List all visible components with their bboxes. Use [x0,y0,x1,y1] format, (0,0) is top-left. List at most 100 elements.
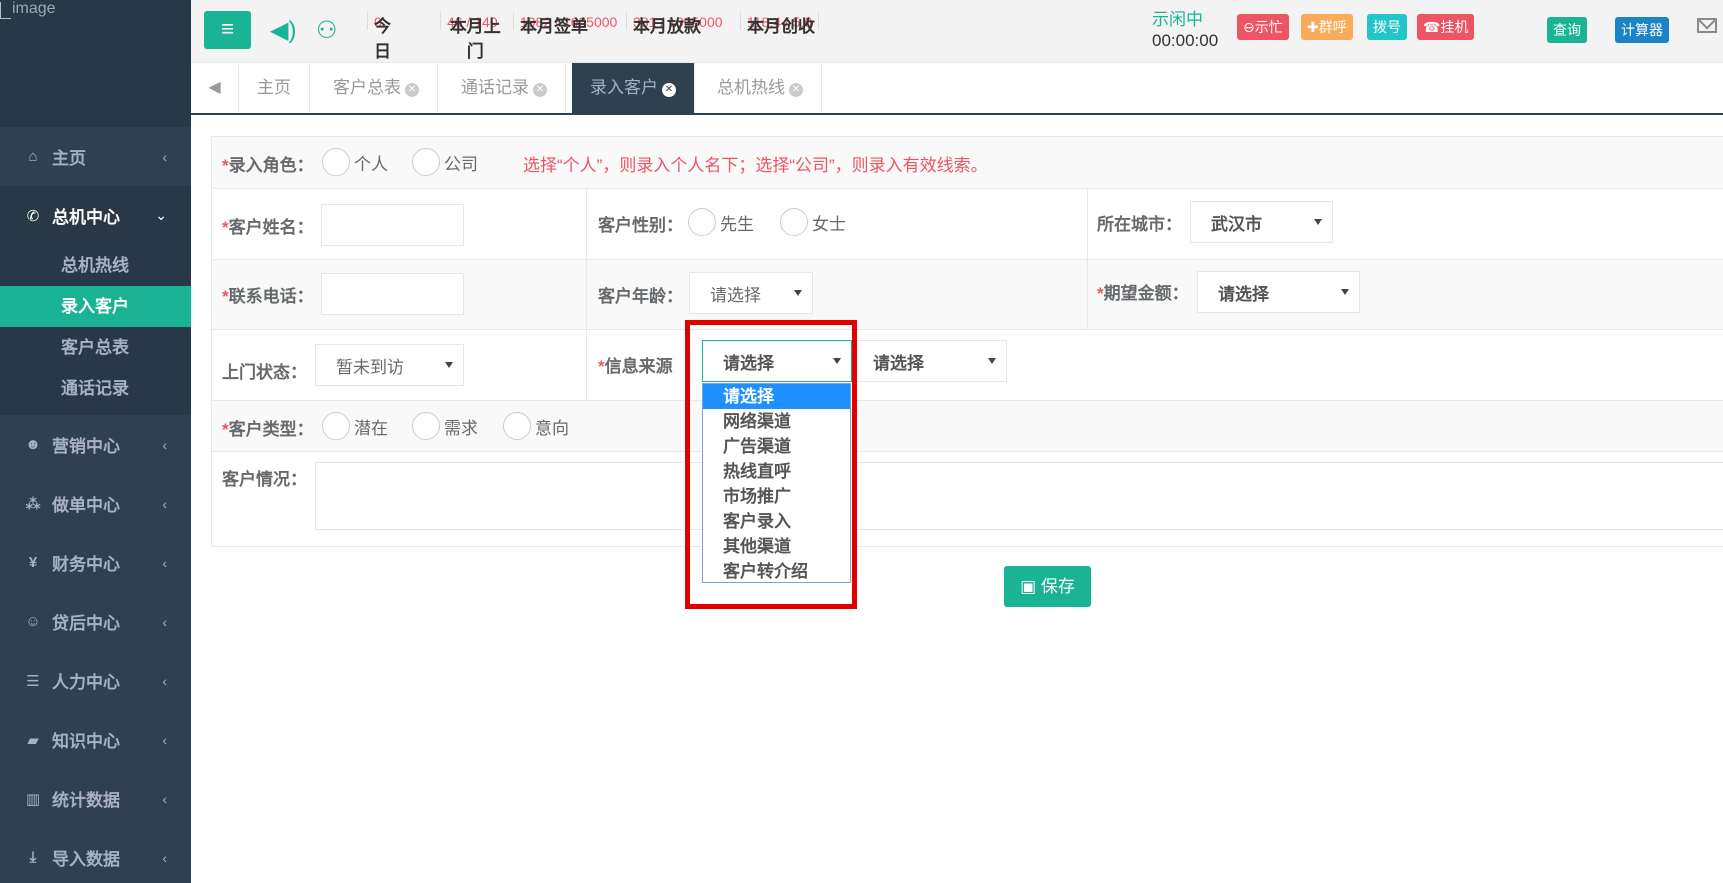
source-dropdown-list: 请选择 网络渠道 广告渠道 热线直呼 市场推广 客户录入 其他渠道 客户转介绍 [702,383,851,583]
user-plus-icon: ☺ [25,613,41,630]
type-radio-intent[interactable]: 意向 [503,412,569,440]
bar-chart-icon: ▥ [25,790,41,808]
sidebar-item-label: 主页 [52,149,86,168]
caret-down-icon [833,358,841,364]
sitemap-icon: ⁂ [25,495,41,513]
speaker-icon[interactable]: ◀) [270,16,296,45]
dial-button[interactable]: 拨号 [1367,14,1407,40]
city-select[interactable]: 武汉市 [1190,201,1333,243]
sidebar-item-label: 财务中心 [52,555,120,574]
sidebar-item-label: 营销中心 [52,437,120,456]
tab-call-log[interactable]: 通话记录 ✕ [443,63,566,113]
role-radio-personal[interactable]: 个人 [322,148,388,176]
source-option[interactable]: 网络渠道 [703,409,850,434]
home-icon: ⌂ [28,148,38,165]
envelope-icon[interactable] [1697,18,1717,33]
gender-radio-female[interactable]: 女士 [780,208,846,236]
hangup-button[interactable]: ☎挂机 [1417,14,1475,40]
amount-label: *期望金额： [1097,284,1189,303]
sidebar-item-orders[interactable]: ⁂ 做单中心 ‹ [0,474,191,533]
role-radio-company[interactable]: 公司 [412,148,478,176]
sidebar-item-home[interactable]: ⌂ 主页 ‹ [0,127,191,186]
users-icon[interactable]: ⚇ [316,16,338,45]
sidebar-item-label: 统计数据 [52,791,120,810]
visit-label: 上门状态： [222,363,307,382]
chevron-left-icon: ‹ [162,613,167,630]
source-option[interactable]: 市场推广 [703,484,850,509]
type-radio-potential[interactable]: 潜在 [322,412,388,440]
stat-month-signed: 本月签单 1982 / 1605000 [513,12,623,36]
calculator-button[interactable]: 计算器 [1615,17,1669,43]
sidebar-item-marketing[interactable]: ☻ 营销中心 ‹ [0,415,191,474]
sidebar-subitem-add-customer[interactable]: 录入客户 [0,286,191,327]
close-icon[interactable]: ✕ [789,83,803,97]
sidebar-item-post-loan[interactable]: ☺ 贷后中心 ‹ [0,592,191,651]
chevron-left-icon: ‹ [162,495,167,512]
sidebar-item-hr[interactable]: ☰ 人力中心 ‹ [0,651,191,710]
tab-scroll-left-button[interactable]: ◀ [191,63,239,113]
sidebar-item-label: 导入数据 [52,850,120,869]
floppy-disk-icon: ▣ [1020,577,1037,596]
sidebar-item-import[interactable]: ⤓ 导入数据 ‹ [0,828,191,883]
tab-hotline[interactable]: 总机热线 ✕ [699,63,822,113]
caret-down-icon [1341,289,1349,295]
city-label: 所在城市： [1097,215,1182,234]
gender-radio-male[interactable]: 先生 [688,208,754,236]
close-icon[interactable]: ✕ [662,83,676,97]
source-select[interactable]: 请选择 [702,340,852,382]
group-call-button[interactable]: ✚群呼 [1301,14,1353,40]
save-button[interactable]: ▣ 保存 [1004,566,1091,607]
close-icon[interactable]: ✕ [405,83,419,97]
sidebar-item-switchboard[interactable]: ✆ 总机中心 ⌄ [0,186,191,245]
sidebar-subitem-call-log[interactable]: 通话记录 [0,368,191,409]
tab-home[interactable]: 主页 [239,63,310,113]
sidebar-logo-area: image [0,0,191,127]
status-timer: 00:00:00 [1152,31,1219,50]
sidebar-item-label: 贷后中心 [52,614,120,633]
form-row-type: *客户类型： 潜在 需求 意向 [212,401,1723,452]
phone-input[interactable] [321,273,464,315]
source-option[interactable]: 请选择 [703,384,850,409]
minus-circle-icon: ⊖ [1243,19,1255,35]
source-option[interactable]: 热线直呼 [703,459,850,484]
tab-customer-list[interactable]: 客户总表 ✕ [315,63,438,113]
busy-button[interactable]: ⊖示忙 [1237,14,1289,40]
chevron-left-icon: ‹ [162,849,167,866]
sidebar-item-knowledge[interactable]: ▰ 知识中心 ‹ [0,710,191,769]
sidebar-item-label: 总机中心 [52,208,120,227]
sidebar-item-statistics[interactable]: ▥ 统计数据 ‹ [0,769,191,828]
stat-today-leads: 今日线索 0 [367,12,391,111]
chevron-left-icon: ‹ [162,148,167,165]
situation-textarea[interactable] [315,462,1723,530]
source-option[interactable]: 客户录入 [703,509,850,534]
phone-volume-icon: ✆ [26,207,40,225]
chevron-left-icon: ‹ [162,554,167,571]
source-option[interactable]: 客户转介绍 [703,559,850,584]
form-row-role: *录入角色： 个人 公司 选择“个人”，则录入个人名下；选择“公司”，则录入有效… [212,137,1723,189]
top-bar: ≡ ◀) ⚇ 今日线索 0 本月上门 46 / 140 本月签单 1982 / … [191,0,1723,111]
source-sub-select[interactable]: 请选择 [852,340,1007,382]
source-option[interactable]: 广告渠道 [703,434,850,459]
visit-select[interactable]: 暂未到访 [315,344,464,386]
query-button[interactable]: 查询 [1547,17,1587,43]
type-radio-demand[interactable]: 需求 [412,412,478,440]
chevron-left-icon: ‹ [162,731,167,748]
role-hint: 选择“个人”，则录入个人名下；选择“公司”，则录入有效线索。 [523,156,988,175]
sidebar-item-label: 人力中心 [52,673,120,692]
age-select[interactable]: 请选择 [689,272,813,314]
menu-toggle-button[interactable]: ≡ [204,11,251,49]
amount-select[interactable]: 请选择 [1197,271,1360,313]
sidebar-subitem-hotline[interactable]: 总机热线 [0,245,191,286]
source-option[interactable]: 其他渠道 [703,534,850,559]
sidebar: image ⌂ 主页 ‹ ✆ 总机中心 ⌄ 总机热线 录入客户 客户总表 通话记… [0,0,191,883]
name-input[interactable] [321,204,464,246]
situation-label: 客户情况： [222,470,307,489]
caret-down-icon [1314,219,1322,225]
chevron-left-icon: ‹ [162,436,167,453]
sidebar-subitem-customer-list[interactable]: 客户总表 [0,327,191,368]
close-icon[interactable]: ✕ [533,83,547,97]
sidebar-item-label: 知识中心 [52,732,120,751]
tab-add-customer[interactable]: 录入客户 ✕ [572,63,695,113]
sidebar-item-finance[interactable]: ¥ 财务中心 ‹ [0,533,191,592]
type-label: *客户类型： [222,420,314,439]
